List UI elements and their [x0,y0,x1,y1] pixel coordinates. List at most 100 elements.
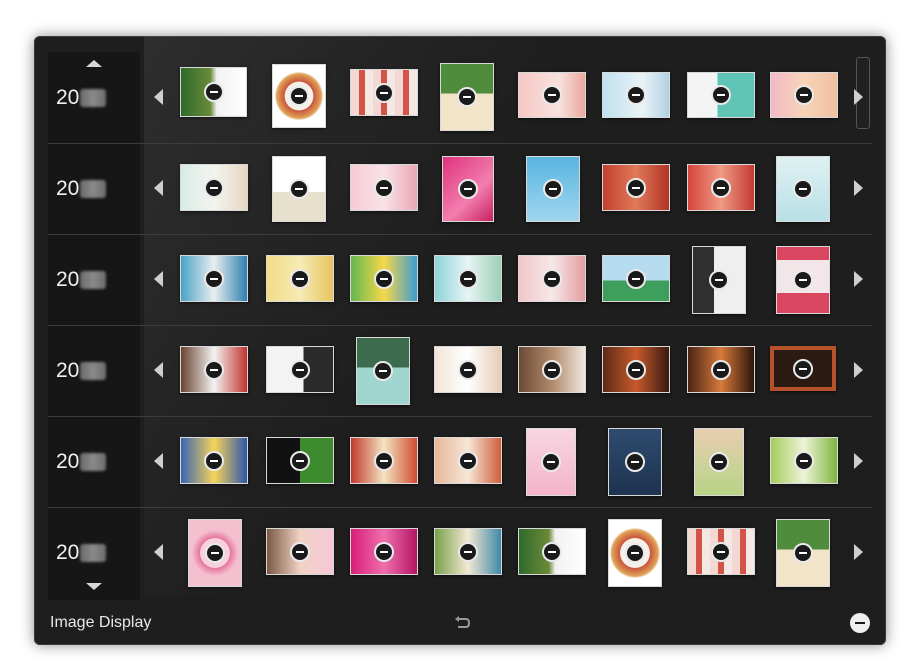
row-next-icon[interactable] [854,453,863,469]
minus-circle-icon[interactable] [625,543,645,563]
thumbnail[interactable] [180,255,248,302]
thumbnail[interactable] [776,156,830,222]
minus-circle-icon[interactable] [290,541,310,562]
row-next-icon[interactable] [854,180,863,196]
row-prev-icon[interactable] [154,362,163,378]
minus-circle-icon[interactable] [289,179,309,199]
row-prev-icon[interactable] [154,544,163,560]
thumbnail[interactable] [608,519,662,587]
minus-circle-icon[interactable] [793,270,813,290]
minus-circle-icon[interactable] [205,543,225,563]
minus-circle-icon[interactable] [458,541,478,562]
thumbnail[interactable] [770,72,838,118]
thumbnail[interactable] [272,64,326,128]
thumbnail[interactable] [180,437,248,484]
thumbnail[interactable] [350,528,418,575]
thumbnail[interactable] [350,255,418,302]
row-prev-icon[interactable] [154,89,163,105]
minus-circle-icon[interactable] [709,270,729,290]
thumbnail[interactable] [692,246,746,314]
thumbnail[interactable] [687,72,755,118]
minus-circle-icon[interactable] [850,613,870,633]
minus-circle-icon[interactable] [793,543,813,563]
minus-circle-icon[interactable] [204,359,224,380]
year-label[interactable]: 20 [56,52,134,143]
minus-circle-icon[interactable] [458,359,478,380]
minus-circle-icon[interactable] [543,179,563,199]
year-label[interactable]: 20 [56,507,134,598]
thumbnail[interactable] [518,346,586,393]
thumbnail[interactable] [180,67,247,117]
year-label[interactable]: 20 [56,416,134,507]
thumbnail[interactable] [188,519,242,587]
minus-circle-icon[interactable] [709,452,729,472]
minus-circle-icon[interactable] [542,359,562,380]
thumbnail[interactable] [518,255,586,302]
minus-circle-icon[interactable] [711,359,731,380]
minus-circle-icon[interactable] [626,85,646,105]
minus-circle-icon[interactable] [711,177,731,198]
minus-circle-icon[interactable] [794,85,814,105]
minus-circle-icon[interactable] [625,452,645,472]
thumbnail[interactable] [350,437,418,484]
thumbnail[interactable] [687,346,755,393]
thumbnail[interactable] [687,528,755,575]
thumbnail[interactable] [266,255,334,302]
minus-circle-icon[interactable] [373,361,393,381]
minus-circle-icon[interactable] [204,268,224,289]
thumbnail[interactable] [434,346,502,393]
minus-circle-icon[interactable] [374,268,394,289]
row-next-icon[interactable] [854,271,863,287]
row-prev-icon[interactable] [154,180,163,196]
thumbnail[interactable] [434,437,502,484]
thumbnail[interactable] [518,72,586,118]
thumbnail[interactable] [602,164,670,211]
minus-circle-icon[interactable] [374,450,394,471]
minus-circle-icon[interactable] [458,268,478,289]
thumbnail[interactable] [518,528,586,575]
minus-circle-icon[interactable] [374,82,394,103]
thumbnail[interactable] [526,428,576,496]
minus-circle-icon[interactable] [541,452,561,472]
minus-circle-icon[interactable] [542,85,562,105]
minus-circle-icon[interactable] [290,450,310,471]
minus-circle-icon[interactable] [626,177,646,198]
year-label[interactable]: 20 [56,143,134,234]
year-label[interactable]: 20 [56,325,134,416]
thumbnail[interactable] [602,255,670,302]
minus-circle-icon[interactable] [458,179,478,199]
minus-circle-icon[interactable] [711,85,731,105]
minus-circle-icon[interactable] [793,358,813,379]
thumbnail[interactable] [602,346,670,393]
row-next-icon[interactable] [854,544,863,560]
minus-circle-icon[interactable] [290,359,310,380]
minus-circle-icon[interactable] [626,268,646,289]
thumbnail[interactable] [350,69,418,116]
thumbnail[interactable] [602,72,670,118]
thumbnail[interactable] [608,428,662,496]
minus-circle-icon[interactable] [457,87,477,107]
thumbnail[interactable] [434,255,502,302]
thumbnail[interactable] [266,437,334,484]
minus-circle-icon[interactable] [542,268,562,289]
minus-circle-icon[interactable] [203,82,224,102]
minus-circle-icon[interactable] [626,359,646,380]
minus-circle-icon[interactable] [289,86,309,106]
thumbnail[interactable] [687,164,755,211]
thumbnail[interactable] [526,156,580,222]
minus-circle-icon[interactable] [374,177,394,198]
thumbnail[interactable] [440,63,494,131]
thumbnail[interactable] [434,528,502,575]
minus-circle-icon[interactable] [204,450,224,471]
thumbnail[interactable] [350,164,418,211]
thumbnail[interactable] [770,437,838,484]
return-arrow-icon[interactable] [452,614,472,632]
minus-circle-icon[interactable] [290,268,310,289]
thumbnail[interactable] [180,164,248,211]
thumbnail[interactable] [356,337,410,405]
thumbnail[interactable] [180,346,248,393]
minus-circle-icon[interactable] [374,541,394,562]
minus-circle-icon[interactable] [542,541,562,562]
thumbnail[interactable] [694,428,744,496]
row-next-icon[interactable] [854,89,863,105]
